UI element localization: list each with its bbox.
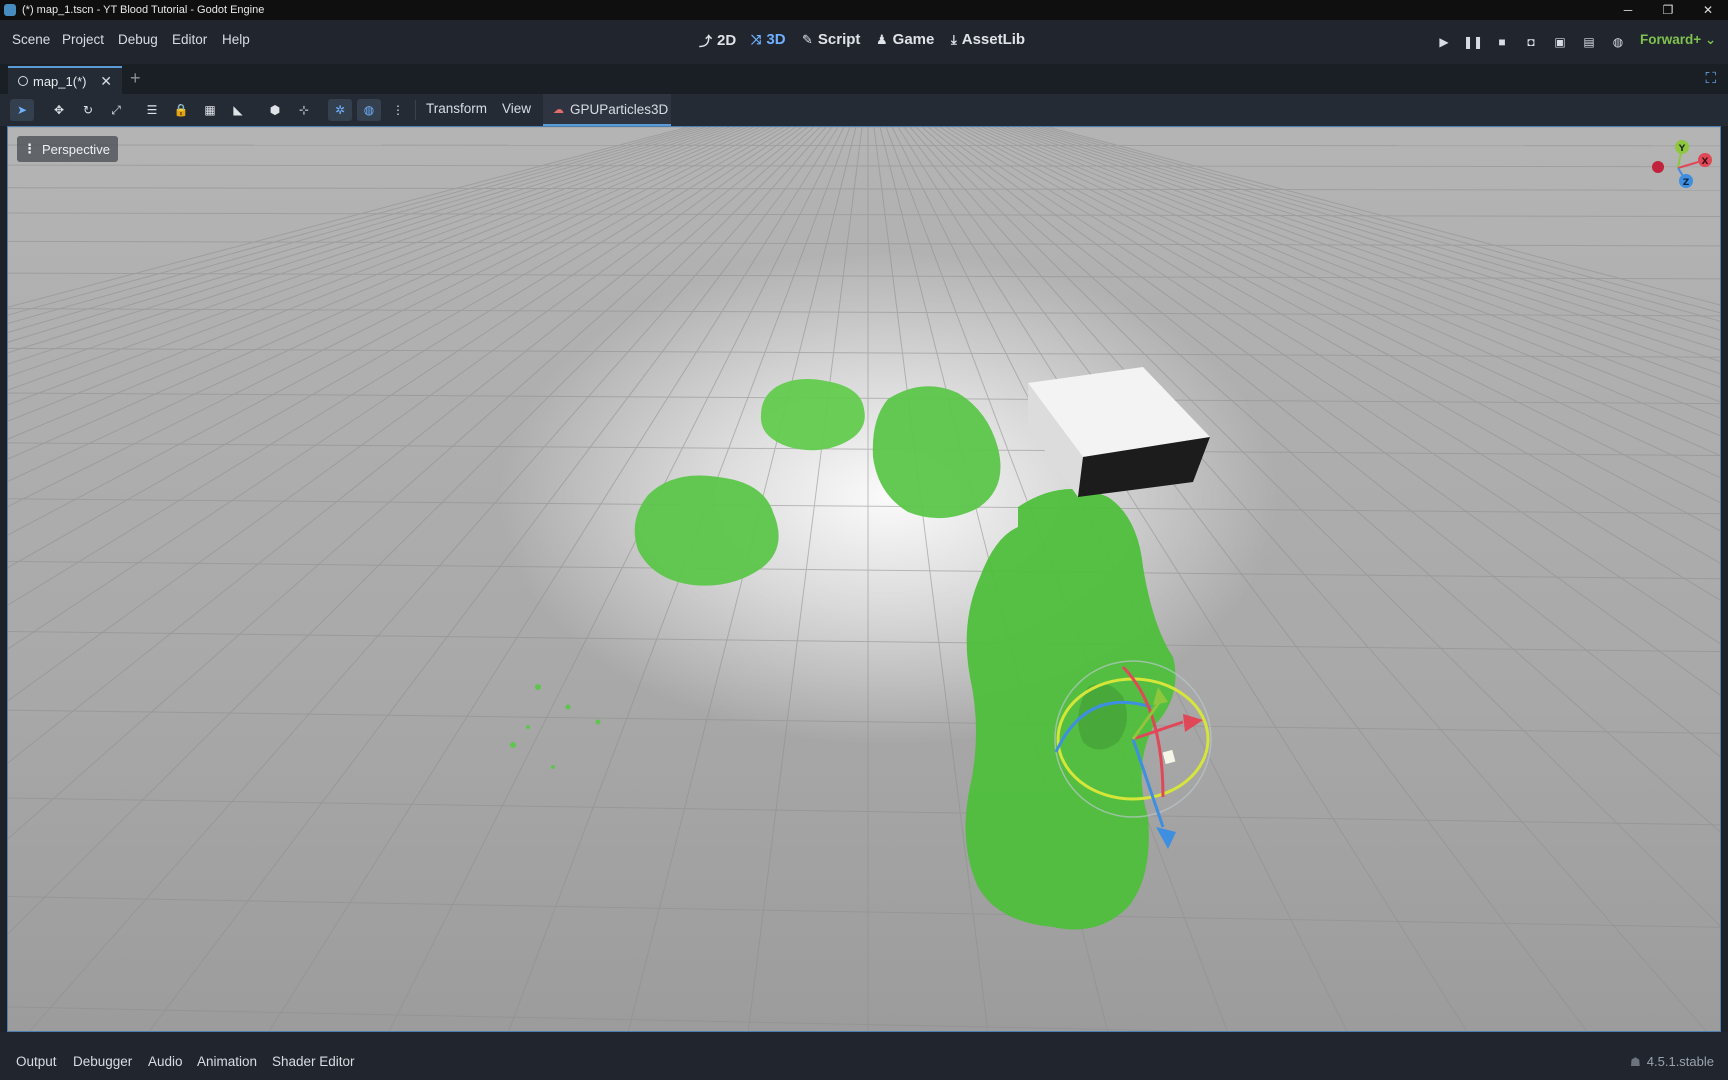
update-spinner-icon: ☗: [1630, 1054, 1641, 1069]
bottom-tab-shader-editor[interactable]: Shader Editor: [272, 1054, 355, 1069]
viewport-toolbar: ➤ ✥ ↻ ⤢ ☰ 🔒 ▦ ◣ ⬢ ⊹ ✲ ◍ ⋮ Transform View…: [0, 94, 1728, 126]
lock-icon[interactable]: 🔒: [169, 99, 193, 121]
movie-maker-icon[interactable]: ◍: [1609, 33, 1627, 51]
menu-debug[interactable]: Debug: [118, 32, 158, 47]
pause-icon[interactable]: ❚❚: [1463, 33, 1483, 51]
blood-splat: [760, 379, 865, 451]
scene-tabs-bar: map_1(*) ✕ + ⛶: [0, 64, 1728, 94]
maximize-button[interactable]: ❐: [1648, 0, 1688, 20]
more-options-icon[interactable]: ⋮: [386, 99, 410, 121]
view-axis-gizmo[interactable]: Y X Z: [1638, 135, 1718, 205]
perspective-label: Perspective: [42, 141, 110, 157]
tab-game[interactable]: ♟ Game: [876, 31, 934, 48]
axis-y-label: Y: [1678, 144, 1686, 154]
move-mode-icon[interactable]: ✥: [47, 99, 71, 121]
axis-x-label: X: [1702, 157, 1709, 167]
particle-stream: [965, 489, 1176, 930]
distraction-free-icon[interactable]: ⛶: [1705, 70, 1716, 87]
list-select-icon[interactable]: ☰: [140, 99, 164, 121]
bottom-tab-audio[interactable]: Audio: [148, 1054, 183, 1069]
minimize-button[interactable]: ─: [1608, 0, 1648, 20]
2d-icon: ⤴: [699, 34, 713, 49]
bottom-tab-debugger[interactable]: Debugger: [73, 1054, 132, 1069]
bottom-panel: Output Debugger Audio Animation Shader E…: [0, 1032, 1728, 1080]
play-scene-icon[interactable]: ▣: [1551, 33, 1569, 51]
toolbar-separator: [415, 100, 416, 120]
menu-editor[interactable]: Editor: [172, 32, 207, 47]
assetlib-icon: ⤓: [951, 31, 957, 47]
toggle-environment-icon[interactable]: ◍: [357, 99, 381, 121]
scale-mode-icon[interactable]: ⤢: [104, 99, 128, 121]
menu-scene[interactable]: Scene: [12, 32, 50, 47]
group-icon[interactable]: ▦: [198, 99, 222, 121]
rotate-mode-icon[interactable]: ↻: [76, 99, 100, 121]
tab-3d[interactable]: ⤨ 3D: [751, 31, 786, 48]
blood-droplet: [526, 725, 530, 729]
tab-2d[interactable]: ⤴ 2D: [699, 31, 736, 50]
local-space-icon[interactable]: ⬢: [263, 99, 287, 121]
blood-droplet: [595, 719, 601, 725]
toggle-sun-icon[interactable]: ✲: [328, 99, 352, 121]
script-icon: ✎: [802, 31, 813, 47]
transform-menu[interactable]: Transform: [426, 101, 487, 116]
3d-icon: ⤨: [751, 31, 762, 47]
viewport-scene: [8, 127, 1720, 1031]
tab-assetlib[interactable]: ⤓ AssetLib: [951, 31, 1025, 48]
blood-droplet: [551, 765, 555, 769]
particles-icon: ☁: [553, 103, 564, 116]
unsaved-circle-icon: [18, 76, 28, 86]
mesh-cube: [1028, 367, 1210, 497]
bottom-tab-output[interactable]: Output: [16, 1054, 57, 1069]
view-menu[interactable]: View: [502, 101, 531, 116]
stop-icon[interactable]: ■: [1493, 33, 1511, 51]
godot-app-icon: [4, 4, 16, 16]
window-title: (*) map_1.tscn - YT Blood Tutorial - God…: [22, 4, 265, 16]
version-info[interactable]: ☗ 4.5.1.stable: [1630, 1054, 1714, 1069]
ruler-icon[interactable]: ◣: [226, 99, 250, 121]
window-title-bar: (*) map_1.tscn - YT Blood Tutorial - God…: [0, 0, 1728, 20]
menu-project[interactable]: Project: [62, 32, 104, 47]
select-mode-icon[interactable]: ➤: [10, 99, 34, 121]
play-project-icon[interactable]: ▶: [1435, 33, 1453, 51]
blood-droplet: [535, 684, 541, 690]
game-icon: ♟: [876, 31, 888, 47]
axis-z-label: Z: [1683, 178, 1690, 188]
chevron-down-icon: ⌄: [1704, 32, 1717, 47]
tab-script[interactable]: ✎ Script: [802, 31, 860, 48]
add-scene-tab-icon[interactable]: +: [130, 68, 141, 89]
play-custom-scene-icon[interactable]: ▤: [1580, 33, 1598, 51]
remote-debug-icon[interactable]: ◘: [1522, 33, 1540, 51]
close-window-button[interactable]: ✕: [1688, 0, 1728, 20]
blood-droplet: [510, 742, 516, 748]
menu-bar: Scene Project Debug Editor Help ⤴ 2D ⤨ 3…: [0, 20, 1728, 64]
version-label: 4.5.1.stable: [1646, 1054, 1714, 1069]
blood-droplet: [565, 704, 571, 710]
perspective-menu-button[interactable]: ⋮ Perspective: [17, 136, 118, 162]
kebab-icon: ⋮: [23, 141, 36, 156]
scene-tab-map-1[interactable]: map_1(*) ✕: [8, 66, 122, 94]
axis-neg-x-dot[interactable]: [1652, 161, 1664, 173]
snap-icon[interactable]: ⊹: [292, 99, 316, 121]
menu-help[interactable]: Help: [222, 32, 250, 47]
blood-splat: [634, 475, 779, 586]
bottom-tab-animation[interactable]: Animation: [197, 1054, 257, 1069]
gpuparticles3d-menu[interactable]: ☁ GPUParticles3D: [543, 94, 671, 126]
scene-tab-label: map_1(*): [33, 73, 87, 89]
blood-splat: [872, 386, 1001, 519]
3d-viewport[interactable]: ⋮ Perspective Y X Z: [7, 126, 1721, 1032]
close-tab-icon[interactable]: ✕: [100, 73, 112, 90]
renderer-select[interactable]: Forward+ ⌄: [1640, 32, 1716, 48]
